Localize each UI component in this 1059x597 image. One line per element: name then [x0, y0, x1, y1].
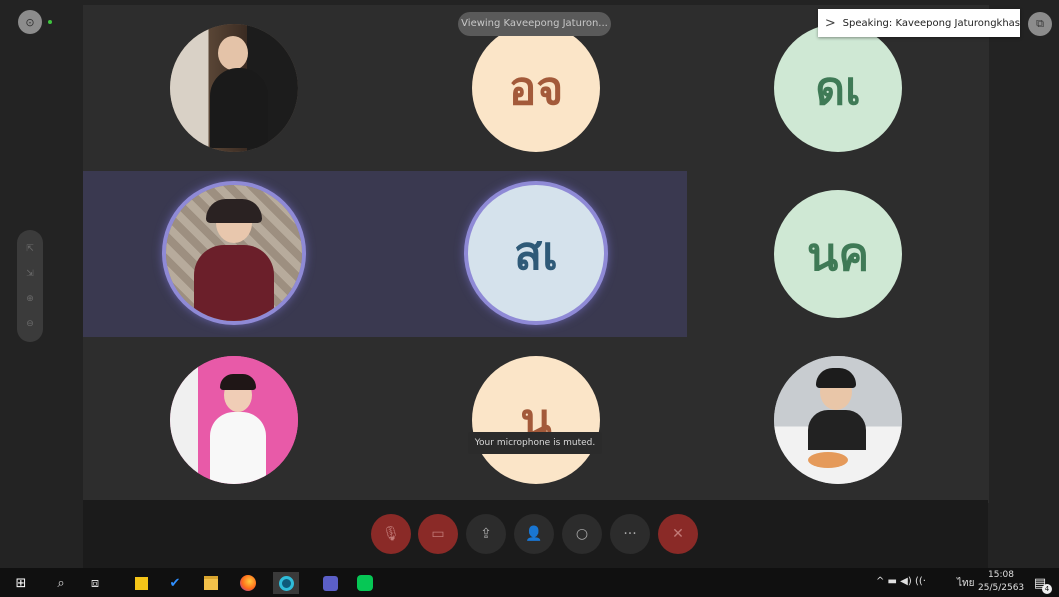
participant-tile[interactable]: น — [385, 337, 687, 503]
participant-avatar: ดเ — [774, 24, 902, 152]
todo-check-icon[interactable]: ✔ — [166, 572, 184, 594]
participant-tile-speaking[interactable] — [83, 171, 385, 337]
participant-tile[interactable] — [687, 337, 989, 503]
search-icon[interactable]: ⌕ — [50, 572, 72, 594]
chat-button[interactable]: ○ — [562, 514, 602, 554]
participant-photo — [774, 356, 902, 484]
speaking-indicator[interactable]: > Speaking: Kaveepong Jaturongkhas... — [818, 9, 1020, 37]
clock-time[interactable]: 15:08 — [988, 570, 1014, 580]
windows-start-icon[interactable]: ⊞ — [10, 572, 32, 594]
mute-toast: Your microphone is muted. — [468, 432, 602, 454]
chat-bubble-icon: ○ — [575, 526, 589, 542]
participant-avatar: อจ — [472, 24, 600, 152]
line-app-icon[interactable] — [355, 572, 375, 594]
microphone-off-icon: 🎙 — [382, 526, 400, 542]
participant-initials: นค — [806, 226, 870, 281]
participant-tile[interactable] — [83, 337, 385, 503]
participant-avatar: สเ — [468, 185, 604, 321]
participant-tile-speaking[interactable]: สเ — [385, 171, 687, 337]
participant-avatar: น — [472, 356, 600, 484]
collapse-icon[interactable]: ⇲ — [26, 269, 34, 279]
participant-photo — [166, 185, 302, 321]
hang-up-button[interactable]: ✕ — [658, 514, 698, 554]
pop-out-icon[interactable]: ⧉ — [1028, 12, 1052, 36]
zoom-out-icon[interactable]: ⊖ — [26, 319, 34, 329]
connection-status-dot — [48, 20, 52, 24]
sticky-notes-icon[interactable] — [132, 572, 150, 594]
view-toolbar: ⇱ ⇲ ⊕ ⊖ — [17, 230, 43, 342]
speaking-label: Speaking: Kaveepong Jaturongkhas... — [842, 17, 1020, 29]
input-language[interactable]: ไทย — [957, 576, 974, 591]
camera-button[interactable]: ▭ — [418, 514, 458, 554]
participant-tile[interactable] — [83, 5, 385, 171]
person-icon: 👤 — [525, 526, 543, 542]
zoom-in-icon[interactable]: ⊕ — [26, 294, 34, 304]
participant-grid: อจ ดเ สเ นค น — [83, 0, 989, 503]
mute-mic-button[interactable]: 🎙 — [371, 514, 411, 554]
participants-button[interactable]: 👤 — [514, 514, 554, 554]
expand-icon[interactable]: ⇱ — [26, 244, 34, 254]
teams-icon[interactable] — [320, 572, 340, 594]
participant-avatar: นค — [774, 190, 902, 318]
more-icon: ··· — [623, 526, 637, 542]
participant-initials: สเ — [514, 225, 558, 280]
system-tray-icons[interactable]: ^ ▬ ◀) ((· — [876, 576, 926, 587]
firefox-icon[interactable] — [238, 572, 258, 594]
clock-date[interactable]: 25/5/2563 — [978, 583, 1024, 593]
task-view-icon[interactable]: ⧈ — [84, 572, 106, 594]
file-explorer-icon[interactable] — [202, 572, 220, 594]
close-icon: ✕ — [672, 526, 684, 542]
participant-tile[interactable]: นค — [687, 171, 989, 337]
participant-photo — [170, 24, 298, 152]
more-options-button[interactable]: ··· — [610, 514, 650, 554]
viewing-indicator: Viewing Kaveepong Jaturon... — [458, 12, 611, 36]
participant-photo — [170, 356, 298, 484]
participant-initials: ดเ — [815, 60, 861, 115]
camera-off-icon: ▭ — [431, 526, 445, 542]
share-icon: ⇪ — [480, 526, 492, 542]
share-screen-button[interactable]: ⇪ — [466, 514, 506, 554]
meeting-info-icon[interactable]: ⊙ — [18, 10, 42, 34]
participant-initials: อจ — [508, 60, 564, 115]
chevron-right-icon[interactable]: > — [818, 16, 843, 31]
notification-count-badge: 4 — [1042, 584, 1052, 594]
edge-icon[interactable] — [273, 572, 299, 594]
